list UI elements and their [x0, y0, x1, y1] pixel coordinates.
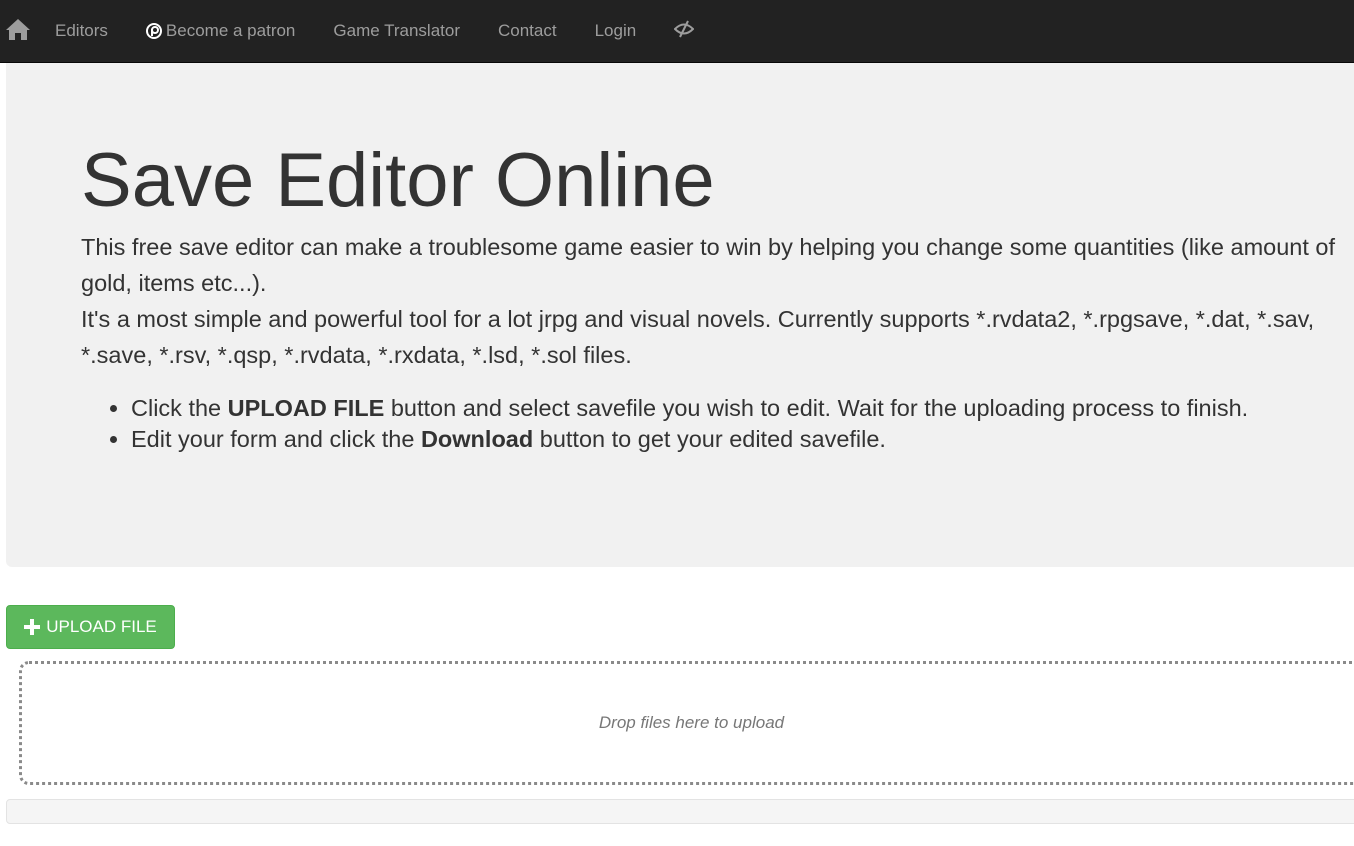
dropzone-message: Drop files here to upload: [598, 713, 785, 732]
upload-file-button[interactable]: UPLOAD FILE: [6, 605, 175, 649]
intro-paragraph-1: This free save editor can make a trouble…: [81, 234, 1336, 296]
eye-slash-icon: [673, 20, 695, 43]
instruction-step: Edit your form and click the Download bu…: [131, 424, 1343, 455]
step-bold-text: Download: [420, 426, 534, 452]
step-bold-text: UPLOAD FILE: [227, 395, 385, 421]
nav-game-translator[interactable]: Game Translator: [314, 0, 479, 62]
step-text: Edit your form and click the: [131, 426, 421, 452]
page-title: Save Editor Online: [81, 138, 715, 223]
nav-become-patron-label: Become a patron: [165, 21, 296, 40]
intro-content: Save Editor Online This free save editor…: [81, 133, 1343, 455]
nav-editors-label: Editors: [55, 21, 108, 40]
step-text: button and select savefile you wish to e…: [384, 395, 1249, 421]
nav-contact-label: Contact: [498, 21, 557, 40]
instructions-list: Click the UPLOAD FILE button and select …: [81, 393, 1343, 455]
intro-jumbotron: Save Editor Online This free save editor…: [6, 63, 1354, 567]
editor-form-well: [6, 799, 1354, 824]
nav-login-label: Login: [594, 21, 637, 40]
plus-icon: [24, 619, 41, 635]
instruction-step: Click the UPLOAD FILE button and select …: [131, 393, 1343, 424]
upload-file-label: UPLOAD FILE: [46, 617, 157, 636]
theme-toggle[interactable]: [655, 0, 713, 62]
nav-contact[interactable]: Contact: [479, 0, 576, 62]
nav-login[interactable]: Login: [576, 0, 656, 62]
nav-editors[interactable]: Editors: [36, 0, 127, 62]
step-text: button to get your edited savefile.: [533, 426, 886, 452]
home-link[interactable]: [0, 0, 36, 62]
step-text: Click the: [131, 395, 228, 421]
intro-paragraph-2: It's a most simple and powerful tool for…: [81, 306, 1315, 368]
file-dropzone[interactable]: Drop files here to upload: [19, 661, 1354, 785]
nav-game-translator-label: Game Translator: [333, 21, 460, 40]
home-icon: [5, 16, 31, 47]
nav-become-patron[interactable]: Become a patron: [127, 0, 314, 62]
patreon-icon: [145, 23, 162, 39]
top-navbar: Editors Become a patron Game Translator …: [0, 0, 1354, 63]
